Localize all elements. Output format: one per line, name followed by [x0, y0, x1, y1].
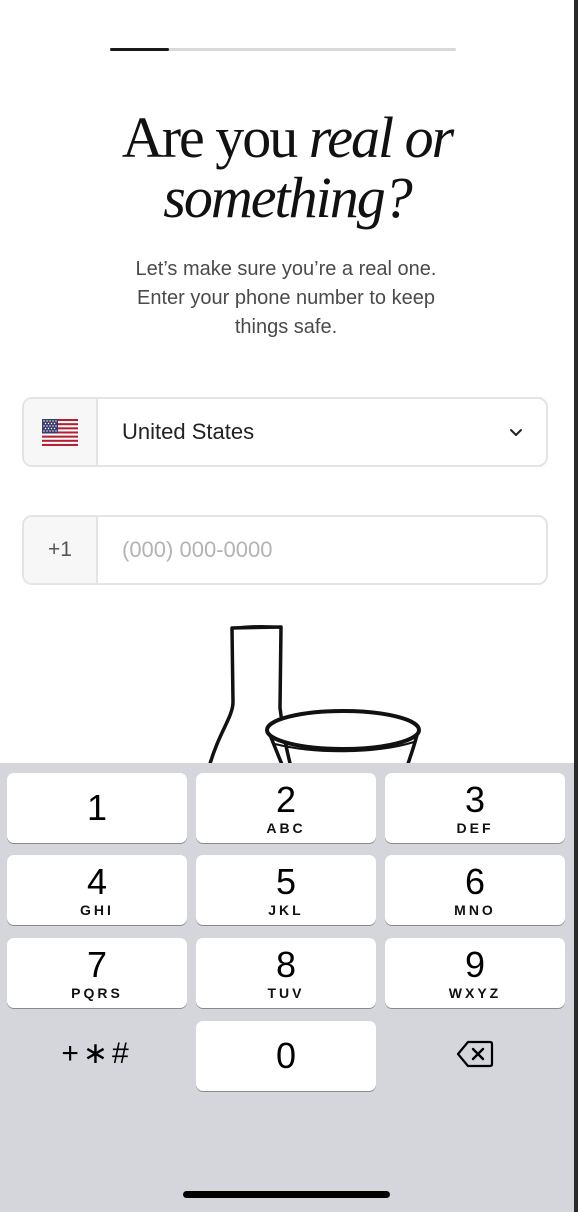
page-title-plain: Are you — [121, 105, 309, 170]
progress-bar — [110, 48, 456, 51]
progress-bar-fill — [110, 48, 169, 51]
key-8-letters: TUV — [267, 984, 305, 1001]
page-subtitle: Let’s make sure you’re a real one. Enter… — [135, 258, 437, 338]
key-9[interactable]: 9 WXYZ — [385, 938, 565, 1008]
page-title-italic-2: something? — [163, 165, 412, 230]
us-flag-icon — [42, 418, 78, 446]
key-8-digit: 8 — [275, 943, 297, 985]
key-3-letters: DEF — [456, 819, 494, 836]
key-6-letters: MNO — [454, 901, 496, 918]
chevron-down-icon — [486, 399, 546, 465]
key-7-digit: 7 — [86, 943, 108, 985]
key-1[interactable]: 1 — [7, 773, 187, 843]
key-6[interactable]: 6 MNO — [385, 855, 565, 925]
key-4-letters: GHI — [80, 901, 114, 918]
key-2-letters: ABC — [266, 819, 306, 836]
key-5-digit: 5 — [275, 860, 297, 902]
backspace-key[interactable] — [385, 1019, 565, 1089]
key-0-digit: 0 — [275, 1035, 297, 1076]
country-flag — [24, 399, 98, 465]
backspace-icon — [456, 1040, 494, 1068]
key-1-digit: 1 — [86, 787, 108, 828]
country-code-prefix: +1 — [24, 517, 98, 583]
key-4[interactable]: 4 GHI — [7, 855, 187, 925]
key-7-letters: PQRS — [71, 984, 123, 1001]
numeric-keypad: 1 2 ABC 3 DEF 4 GHI 5 JKL 6 MNO 7 PQRS 8… — [0, 763, 574, 1212]
key-0[interactable]: 0 — [196, 1021, 376, 1091]
page-title-line-2: something? — [0, 168, 574, 228]
key-6-digit: 6 — [464, 860, 486, 902]
key-3-digit: 3 — [464, 778, 486, 820]
key-5[interactable]: 5 JKL — [196, 855, 376, 925]
country-select[interactable]: United States — [22, 397, 548, 467]
key-7[interactable]: 7 PQRS — [7, 938, 187, 1008]
key-9-letters: WXYZ — [448, 984, 502, 1001]
page-title: Are you real or something? — [0, 108, 574, 228]
page-title-italic: real or — [308, 105, 454, 170]
key-symbols[interactable]: +∗# — [7, 1019, 187, 1089]
key-8[interactable]: 8 TUV — [196, 938, 376, 1008]
phone-field: +1 — [22, 515, 548, 585]
key-2-digit: 2 — [275, 778, 297, 820]
phone-number-input[interactable] — [98, 517, 546, 583]
key-3[interactable]: 3 DEF — [385, 773, 565, 843]
bottle-and-bowl-illustration — [207, 624, 421, 767]
key-9-digit: 9 — [464, 943, 486, 985]
screen-edge — [574, 0, 578, 1212]
key-4-digit: 4 — [86, 860, 108, 902]
home-indicator — [183, 1191, 390, 1198]
key-5-letters: JKL — [268, 901, 304, 918]
key-symbols-label: +∗# — [61, 1037, 133, 1070]
key-2[interactable]: 2 ABC — [196, 773, 376, 843]
country-select-value: United States — [122, 419, 255, 444]
page-title-line-1: Are you real or — [0, 108, 574, 168]
